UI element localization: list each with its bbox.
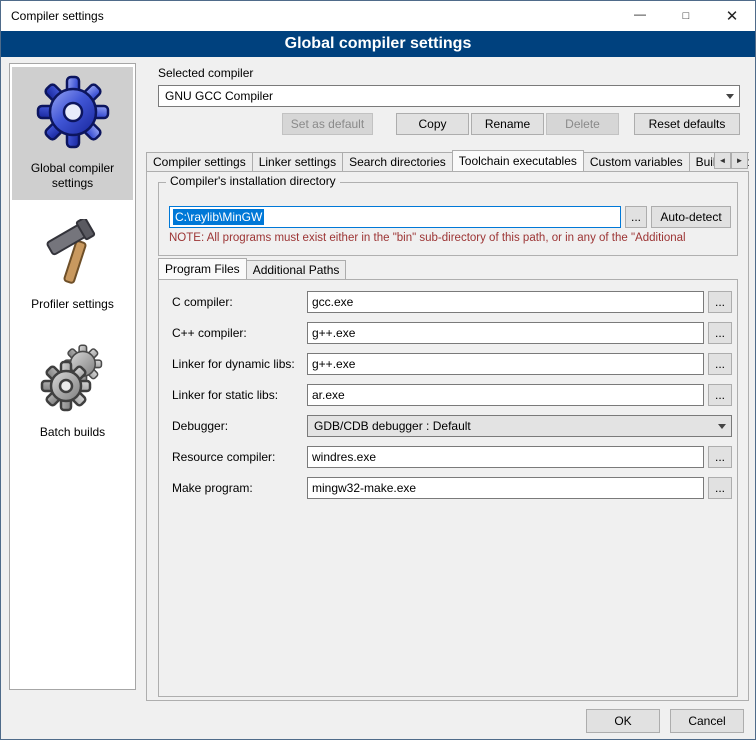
window-controls: — □ ✕ bbox=[617, 1, 755, 31]
tab-strip: Compiler settings Linker settings Search… bbox=[146, 150, 749, 171]
tab-scroll-left-button[interactable]: ◄ bbox=[714, 152, 731, 169]
close-icon: ✕ bbox=[726, 7, 739, 25]
cpp-compiler-label: C++ compiler: bbox=[172, 322, 247, 344]
chevron-down-icon bbox=[721, 86, 739, 106]
linker-static-input[interactable] bbox=[307, 384, 704, 406]
make-program-label: Make program: bbox=[172, 477, 253, 499]
compiler-settings-window: Compiler settings — □ ✕ Global compiler … bbox=[0, 0, 756, 740]
debugger-select[interactable]: GDB/CDB debugger : Default bbox=[307, 415, 732, 437]
copy-button[interactable]: Copy bbox=[396, 113, 469, 135]
tab-toolchain-executables[interactable]: Toolchain executables bbox=[452, 150, 584, 171]
subtab-strip: Program Files Additional Paths bbox=[158, 258, 346, 279]
cancel-button[interactable]: Cancel bbox=[670, 709, 744, 733]
ok-button[interactable]: OK bbox=[586, 709, 660, 733]
program-files-panel: C compiler: ... C++ compiler: ... Linker… bbox=[158, 279, 738, 697]
maximize-icon: □ bbox=[683, 10, 690, 22]
c-compiler-label: C compiler: bbox=[172, 291, 233, 313]
installation-directory-browse-button[interactable]: ... bbox=[625, 206, 647, 228]
close-button[interactable]: ✕ bbox=[709, 1, 755, 31]
set-as-default-button: Set as default bbox=[282, 113, 373, 135]
delete-button: Delete bbox=[546, 113, 619, 135]
minimize-icon: — bbox=[634, 7, 646, 21]
window-title: Compiler settings bbox=[11, 9, 104, 23]
debugger-label: Debugger: bbox=[172, 415, 228, 437]
hammer-icon bbox=[41, 219, 105, 292]
arrow-left-icon: ◄ bbox=[719, 156, 727, 165]
batch-gears-icon bbox=[37, 340, 109, 419]
auto-detect-button[interactable]: Auto-detect bbox=[651, 206, 731, 228]
make-program-browse-button[interactable]: ... bbox=[708, 477, 732, 499]
selected-compiler-label: Selected compiler bbox=[158, 66, 253, 80]
sidebar-item-profiler-settings[interactable]: Profiler settings bbox=[12, 212, 133, 321]
resource-compiler-label: Resource compiler: bbox=[172, 446, 275, 468]
linker-dynamic-input[interactable] bbox=[307, 353, 704, 375]
selected-compiler-value: GNU GCC Compiler bbox=[165, 89, 273, 103]
installation-directory-input[interactable]: C:\raylib\MinGW bbox=[169, 206, 621, 228]
sidebar-item-global-compiler-settings[interactable]: Global compiler settings bbox=[12, 67, 133, 200]
subtab-program-files[interactable]: Program Files bbox=[158, 258, 247, 279]
cpp-compiler-browse-button[interactable]: ... bbox=[708, 322, 732, 344]
tab-scroll-right-button[interactable]: ► bbox=[731, 152, 748, 169]
c-compiler-browse-button[interactable]: ... bbox=[708, 291, 732, 313]
titlebar: Compiler settings — □ ✕ bbox=[1, 1, 755, 31]
subtab-additional-paths[interactable]: Additional Paths bbox=[246, 260, 347, 279]
linker-dynamic-browse-button[interactable]: ... bbox=[708, 353, 732, 375]
linker-static-label: Linker for static libs: bbox=[172, 384, 278, 406]
resource-compiler-browse-button[interactable]: ... bbox=[708, 446, 732, 468]
sidebar-item-label: Batch builds bbox=[40, 425, 105, 441]
maximize-button[interactable]: □ bbox=[663, 1, 709, 31]
linker-static-browse-button[interactable]: ... bbox=[708, 384, 732, 406]
installation-directory-group-title: Compiler's installation directory bbox=[166, 174, 340, 188]
sidebar: Global compiler settings Profiler settin… bbox=[9, 63, 136, 690]
rename-button[interactable]: Rename bbox=[471, 113, 544, 135]
blue-gear-icon bbox=[35, 74, 111, 155]
c-compiler-input[interactable] bbox=[307, 291, 704, 313]
bin-subdirectory-note: NOTE: All programs must exist either in … bbox=[169, 232, 734, 244]
chevron-down-icon bbox=[713, 416, 731, 436]
cpp-compiler-input[interactable] bbox=[307, 322, 704, 344]
make-program-input[interactable] bbox=[307, 477, 704, 499]
debugger-value: GDB/CDB debugger : Default bbox=[314, 419, 471, 433]
selected-compiler-select[interactable]: GNU GCC Compiler bbox=[158, 85, 740, 107]
arrow-right-icon: ► bbox=[736, 156, 744, 165]
tab-compiler-settings[interactable]: Compiler settings bbox=[146, 152, 253, 171]
sidebar-item-label: Global compiler settings bbox=[14, 161, 131, 192]
sidebar-item-label: Profiler settings bbox=[31, 297, 114, 313]
linker-dynamic-label: Linker for dynamic libs: bbox=[172, 353, 295, 375]
reset-defaults-button[interactable]: Reset defaults bbox=[634, 113, 740, 135]
installation-directory-value: C:\raylib\MinGW bbox=[173, 209, 264, 225]
tab-search-directories[interactable]: Search directories bbox=[342, 152, 453, 171]
sidebar-item-batch-builds[interactable]: Batch builds bbox=[12, 333, 133, 448]
minimize-button[interactable]: — bbox=[617, 1, 663, 31]
resource-compiler-input[interactable] bbox=[307, 446, 704, 468]
page-title: Global compiler settings bbox=[1, 31, 755, 57]
tab-linker-settings[interactable]: Linker settings bbox=[252, 152, 343, 171]
tab-custom-variables[interactable]: Custom variables bbox=[583, 152, 690, 171]
